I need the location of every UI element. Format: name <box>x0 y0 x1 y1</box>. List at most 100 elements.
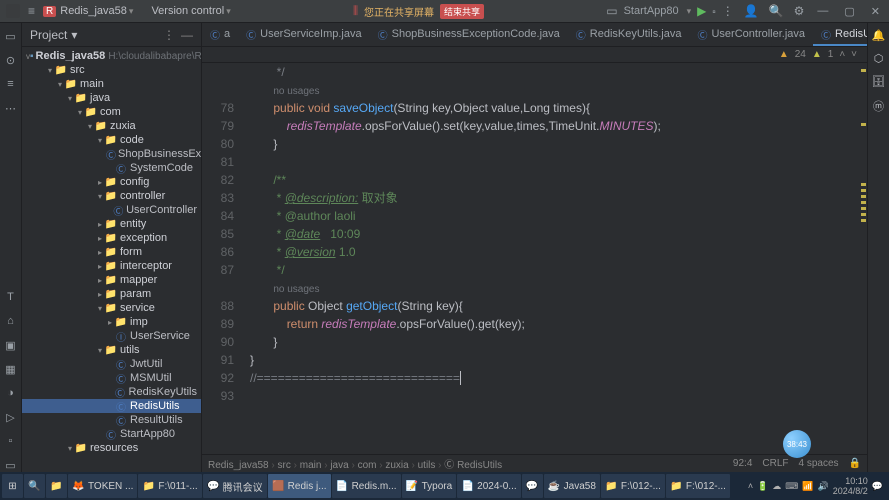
error-stripe[interactable] <box>859 63 867 454</box>
ai-assistant-icon[interactable]: ⬡ <box>874 52 884 65</box>
tree-item[interactable]: ⒸShopBusinessExce <box>22 147 201 161</box>
search-icon[interactable]: 🔍 <box>769 4 784 18</box>
maximize-button[interactable]: ▢ <box>841 5 857 18</box>
tree-item[interactable]: ⒸResultUtils <box>22 413 201 427</box>
taskbar-item[interactable]: 🟫Redis j... <box>268 474 331 498</box>
editor-tab[interactable]: Ⓒa <box>202 24 238 46</box>
gear-icon[interactable]: ⚙ <box>794 4 805 18</box>
collapse-icon[interactable]: ⋮ <box>163 28 175 42</box>
taskbar-item[interactable]: 📁F:\012-... <box>601 474 665 498</box>
tree-item[interactable]: ▾📁com <box>22 105 201 119</box>
notifications-icon[interactable]: 🔔 <box>872 29 886 42</box>
taskbar-item[interactable]: ⊞ <box>2 474 23 498</box>
taskbar-item[interactable]: 📄Redis.m... <box>332 474 401 498</box>
tree-root[interactable]: v▪Redis_java58 H:\cloudalibabapre\Red <box>22 49 201 63</box>
tw-bookmark-icon[interactable]: ▣ <box>4 338 18 352</box>
tree-item[interactable]: ▾📁main <box>22 77 201 91</box>
tree-item[interactable]: ▾📁service <box>22 301 201 315</box>
minimize-button[interactable]: — <box>814 5 831 17</box>
project-tool-icon[interactable]: ▭ <box>4 29 18 43</box>
taskbar-item[interactable]: 🔍 <box>24 474 45 498</box>
breadcrumb-segment[interactable]: java <box>330 460 357 471</box>
breadcrumb-segment[interactable]: zuxia <box>385 460 417 471</box>
breadcrumb-segment[interactable]: utils <box>418 460 445 471</box>
system-tray[interactable]: ˄ 🔋 ☁ ⌨ 📶 🔊 10:10 2024/8/2 💬 <box>748 476 887 496</box>
tw-problems-icon[interactable]: ▭ <box>4 458 18 472</box>
tree-item[interactable]: ▾📁resources <box>22 441 201 455</box>
nav-up-icon[interactable]: ˄ <box>839 49 845 60</box>
code-content[interactable]: */ no usages public void saveObject(Stri… <box>242 63 867 454</box>
end-share-button[interactable]: 结束共享 <box>440 4 484 19</box>
tw-terminal-icon[interactable]: ▷ <box>4 410 18 424</box>
tw-text-icon[interactable]: T <box>4 290 18 304</box>
taskbar-item[interactable]: 💬腾讯会议 <box>203 474 267 498</box>
tree-item[interactable]: ▸📁interceptor <box>22 259 201 273</box>
taskbar-item[interactable]: 🦊TOKEN ... <box>68 474 137 498</box>
tree-item[interactable]: ▸📁config <box>22 175 201 189</box>
project-tree[interactable]: v▪Redis_java58 H:\cloudalibabapre\Red▾📁s… <box>22 47 201 472</box>
hide-icon[interactable]: — <box>181 28 193 42</box>
debug-icon[interactable]: ⬞ <box>712 4 715 19</box>
breadcrumb-segment[interactable]: Redis_java58 <box>208 460 278 471</box>
tw-db-icon[interactable]: ▦ <box>4 362 18 376</box>
editor-inspections[interactable]: ▲24 ▲1 ˄ ˅ <box>202 47 867 63</box>
nav-down-icon[interactable]: ˅ <box>851 49 857 60</box>
tree-item[interactable]: ⒾUserService <box>22 329 201 343</box>
maven-icon[interactable]: ⓜ <box>873 98 884 114</box>
editor-tab[interactable]: ⒸRedisKeyUtils.java <box>568 24 690 46</box>
taskbar-item[interactable]: 📁 <box>46 474 67 498</box>
tw-build-icon[interactable]: ⌂ <box>4 314 18 328</box>
user-icon[interactable]: 👤 <box>744 4 759 18</box>
tree-item[interactable]: ⒸMSMUtil <box>22 371 201 385</box>
more-icon[interactable]: ⋮ <box>722 4 734 18</box>
commit-tool-icon[interactable]: ⊙ <box>4 53 18 67</box>
taskbar-item[interactable]: 💬 <box>522 474 543 498</box>
tree-item[interactable]: ⒸJwtUtil <box>22 357 201 371</box>
tree-item[interactable]: ▸📁param <box>22 287 201 301</box>
taskbar-item[interactable]: 📁F:\011-... <box>138 474 201 498</box>
tree-item[interactable]: ▾📁java <box>22 91 201 105</box>
tree-item[interactable]: ⒸUserController <box>22 203 201 217</box>
tree-item[interactable]: ▾📁zuxia <box>22 119 201 133</box>
database-icon[interactable]: 🗄 <box>872 75 886 88</box>
editor-tab[interactable]: ⒸUserServiceImp.java <box>238 24 369 46</box>
encoding[interactable]: CRLF <box>762 458 788 469</box>
breadcrumb-path[interactable]: Redis_java58srcmainjavacomzuxiautilsⒸ Re… <box>208 456 502 471</box>
tray-notifications-icon[interactable]: 💬 <box>872 481 883 492</box>
structure-tool-icon[interactable]: ≡ <box>4 77 18 91</box>
project-selector[interactable]: R Redis_java58 ▾ <box>43 5 133 17</box>
editor-tab[interactable]: ⒸRedisUtils.java× <box>813 24 867 46</box>
taskbar-item[interactable]: ☕Java58 <box>544 474 600 498</box>
lock-icon[interactable]: 🔒 <box>849 458 861 469</box>
play-icon[interactable]: ▶ <box>697 4 706 18</box>
tw-services-icon[interactable]: ▫ <box>4 434 18 448</box>
tree-item[interactable]: ⒸRedisKeyUtils <box>22 385 201 399</box>
chevron-down-icon[interactable]: ▾ <box>71 28 77 42</box>
tw-git-icon[interactable]: ◑ <box>4 386 18 400</box>
tree-item[interactable]: ▾📁code <box>22 133 201 147</box>
tree-item[interactable]: ▾📁utils <box>22 343 201 357</box>
tree-item[interactable]: ▸📁entity <box>22 217 201 231</box>
vcs-menu[interactable]: Version control ▾ <box>151 5 230 17</box>
tree-item[interactable]: ▸📁imp <box>22 315 201 329</box>
tree-item[interactable]: ▾📁src <box>22 63 201 77</box>
tree-item[interactable]: ▸📁mapper <box>22 273 201 287</box>
tree-item[interactable]: ⒸSystemCode <box>22 161 201 175</box>
run-config[interactable]: StartApp80 <box>624 5 679 17</box>
hamburger-icon[interactable]: ≡ <box>28 4 35 18</box>
editor-tab[interactable]: ⒸUserController.java <box>689 24 813 46</box>
taskbar-item[interactable]: 📝Typora <box>402 474 457 498</box>
breadcrumb-segment[interactable]: com <box>358 460 386 471</box>
indent[interactable]: 4 spaces <box>799 458 839 469</box>
more-tool-icon[interactable]: ⋯ <box>4 101 18 115</box>
breadcrumb-segment[interactable]: main <box>300 460 331 471</box>
taskbar-item[interactable]: 📄2024-0... <box>457 474 520 498</box>
editor-tab[interactable]: ⒸShopBusinessExceptionCode.java <box>370 24 568 46</box>
tree-item[interactable]: ⒸStartApp80 <box>22 427 201 441</box>
code-editor[interactable]: 78798081828384858687888990919293 */ no u… <box>202 63 867 454</box>
breadcrumb-segment[interactable]: src <box>278 460 300 471</box>
tree-item[interactable]: ▾📁controller <box>22 189 201 203</box>
tray-up-icon[interactable]: ˄ <box>748 481 753 491</box>
tree-item[interactable]: ▸📁exception <box>22 231 201 245</box>
tree-item[interactable]: ⒸRedisUtils <box>22 399 201 413</box>
